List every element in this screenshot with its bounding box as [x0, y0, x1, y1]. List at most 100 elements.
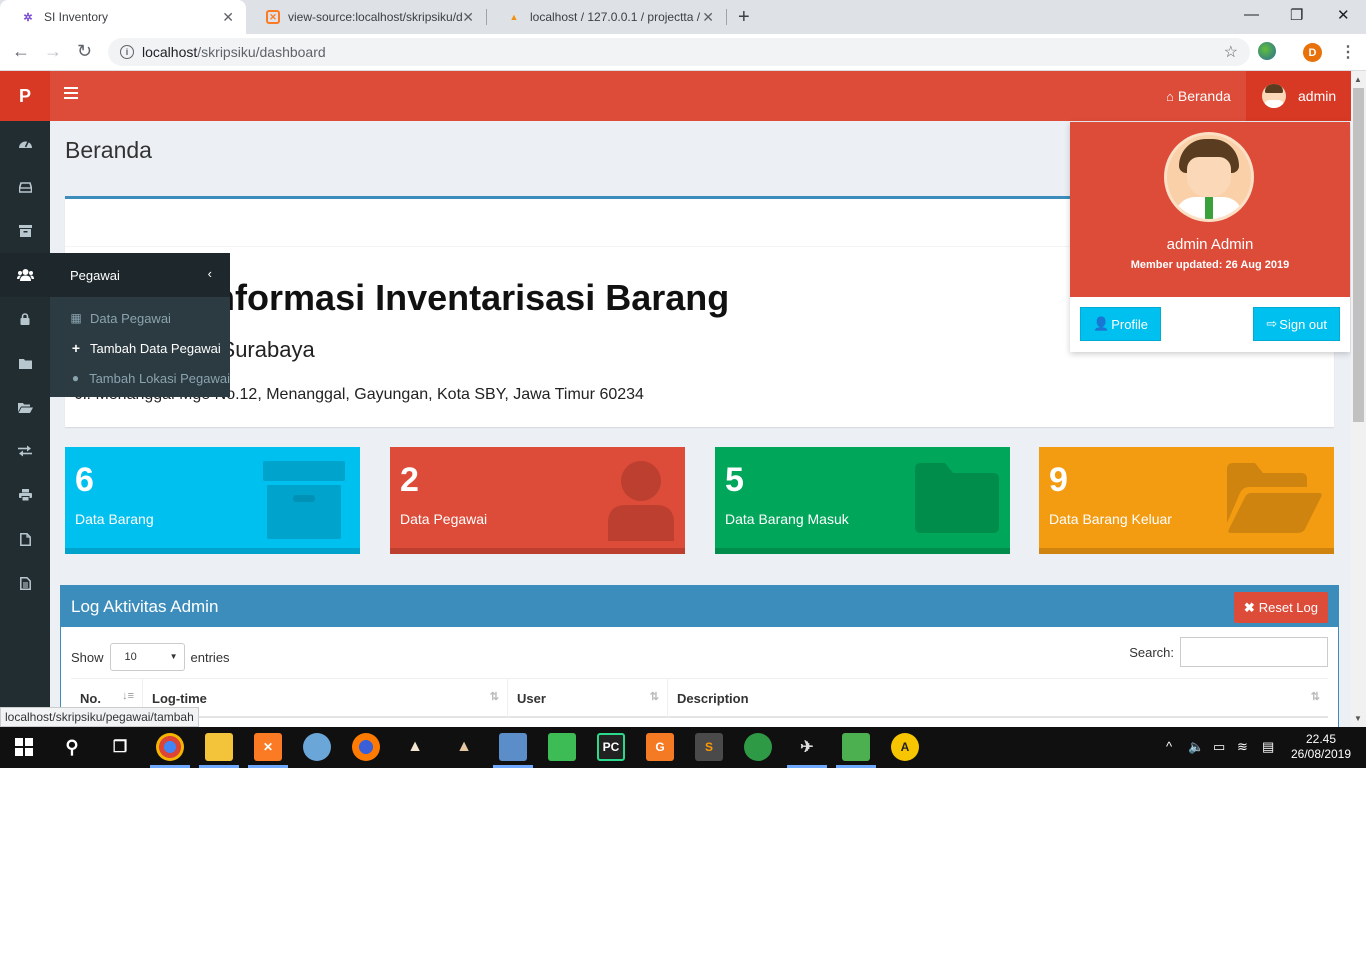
entries-select[interactable]: 10 ▼ — [109, 643, 185, 671]
file-text-icon — [19, 576, 31, 590]
task-view-icon[interactable]: ❐ — [106, 733, 134, 761]
extension-globe-icon[interactable] — [1258, 42, 1276, 60]
close-tab-icon[interactable]: ✕ — [702, 9, 714, 26]
app-icon-1[interactable]: ▲ — [401, 733, 429, 761]
tab-title: localhost / 127.0.0.1 / projectta / — [530, 10, 701, 24]
user-member-updated: Member updated: 26 Aug 2019 — [1130, 259, 1290, 271]
stat-value: 6 — [75, 461, 94, 499]
minimize-icon[interactable]: — — [1244, 6, 1259, 23]
forward-icon[interactable]: → — [44, 41, 62, 62]
sidebar-toggle-icon[interactable] — [64, 87, 78, 102]
sidebar-item-report[interactable] — [0, 561, 50, 605]
column-label: Log-time — [152, 690, 207, 706]
sidebar-flyout-pegawai: Pegawai ‹ ▦ Data Pegawai + Tambah Data P… — [50, 253, 230, 397]
file-explorer-icon[interactable] — [205, 733, 233, 761]
search-icon[interactable]: ⚲ — [58, 733, 86, 761]
app-logo[interactable]: P — [0, 71, 50, 121]
tray-chevron-up-icon[interactable]: ^ — [1166, 739, 1172, 754]
app-icon-5[interactable]: G — [646, 733, 674, 761]
nav-beranda-link[interactable]: ⌂ Beranda — [1166, 88, 1231, 104]
scroll-down-arrow-icon[interactable]: ▼ — [1354, 714, 1362, 723]
scroll-up-arrow-icon[interactable]: ▲ — [1354, 75, 1362, 84]
user-dropdown-menu: admin Admin Member updated: 26 Aug 2019 … — [1070, 122, 1350, 352]
sidebar-item-dashboard[interactable] — [0, 121, 50, 165]
sidebar-item-pegawai[interactable] — [0, 253, 50, 297]
bookmark-star-icon[interactable]: ☆ — [1224, 42, 1238, 62]
sign-out-button-label: Sign out — [1279, 316, 1327, 332]
app-icon-9[interactable]: A — [891, 733, 919, 761]
sidebar — [0, 121, 50, 727]
taskbar-clock[interactable]: 22.45 26/08/2019 — [1284, 732, 1358, 762]
app-icon-3[interactable] — [499, 733, 527, 761]
battery-icon[interactable]: ▭ — [1213, 739, 1225, 755]
flyout-title: Pegawai — [70, 267, 120, 283]
menu-item-data-pegawai[interactable]: ▦ Data Pegawai — [50, 303, 230, 333]
dashboard-icon — [18, 140, 32, 148]
exchange-icon — [18, 445, 32, 457]
sort-asc-icon: ↓≡ — [122, 690, 134, 702]
sidebar-item-transfer[interactable] — [0, 429, 50, 473]
notifications-icon[interactable]: ▤ — [1262, 739, 1274, 755]
firefox-icon[interactable] — [352, 733, 380, 761]
column-header-description[interactable]: Description ⇅ — [668, 679, 1328, 717]
app-icon-4[interactable] — [548, 733, 576, 761]
user-menu-toggle[interactable]: admin — [1246, 71, 1351, 121]
xampp-icon[interactable]: ✕ — [254, 733, 282, 761]
close-tab-icon[interactable]: ✕ — [222, 9, 234, 26]
profile-button-label: Profile — [1111, 316, 1149, 332]
sidebar-item-print[interactable] — [0, 473, 50, 517]
stat-box-barang-keluar[interactable]: 9 Data Barang Keluar — [1039, 447, 1334, 554]
caret-down-icon: ▼ — [169, 652, 178, 661]
close-window-icon[interactable]: ✕ — [1337, 6, 1350, 24]
reset-log-button[interactable]: ✖ Reset Log — [1233, 592, 1328, 623]
log-activity-box: Log Aktivitas Admin ✖ Reset Log Show 10 … — [60, 585, 1339, 727]
sidebar-item-inbox[interactable] — [0, 165, 50, 209]
tab-phpmyadmin[interactable]: ▲ localhost / 127.0.0.1 / projectta / ✕ — [486, 0, 726, 34]
sublime-text-icon[interactable]: S — [695, 733, 723, 761]
pycharm-icon[interactable]: PC — [597, 733, 625, 761]
reset-log-label: Reset Log — [1258, 600, 1318, 615]
stat-box-barang-masuk[interactable]: 5 Data Barang Masuk — [715, 447, 1010, 554]
active-app-indicator — [836, 765, 876, 768]
chrome-icon[interactable] — [156, 733, 184, 761]
paint-icon[interactable] — [303, 733, 331, 761]
sidebar-item-archive[interactable] — [0, 209, 50, 253]
app-icon-7[interactable]: ✈ — [793, 733, 821, 761]
sign-out-button[interactable]: ⇨ Sign out — [1253, 307, 1340, 341]
new-tab-icon[interactable]: + — [738, 6, 750, 29]
stat-label: Data Pegawai — [400, 511, 488, 527]
user-dropdown-header: admin Admin Member updated: 26 Aug 2019 — [1070, 122, 1350, 297]
close-tab-icon[interactable]: ✕ — [462, 9, 474, 26]
sidebar-item-folder[interactable] — [0, 341, 50, 385]
app-icon-8[interactable] — [842, 733, 870, 761]
column-header-user[interactable]: User ⇅ — [508, 679, 668, 717]
flyout-header[interactable]: Pegawai ‹ — [50, 253, 230, 297]
tab-view-source[interactable]: ✕ view-source:localhost/skripsiku/d ✕ — [246, 0, 486, 34]
windows-start-icon[interactable] — [10, 733, 38, 761]
menu-item-tambah-lokasi-pegawai[interactable]: ● Tambah Lokasi Pegawai — [50, 363, 230, 393]
sort-icon: ⇅ — [649, 691, 659, 703]
page-scrollbar[interactable]: ▲ ▼ — [1351, 71, 1366, 727]
menu-kebab-icon[interactable]: ⋮ — [1340, 42, 1356, 62]
inbox-icon — [18, 181, 32, 193]
menu-item-tambah-data-pegawai[interactable]: + Tambah Data Pegawai — [50, 333, 230, 363]
restore-icon[interactable]: ❐ — [1290, 6, 1303, 24]
sidebar-item-folder-open[interactable] — [0, 385, 50, 429]
wifi-icon[interactable]: ≋ — [1237, 739, 1248, 755]
tab-si-inventory[interactable]: ✲ SI Inventory ✕ — [0, 0, 246, 34]
profile-avatar[interactable]: D — [1303, 43, 1322, 62]
back-icon[interactable]: ← — [12, 41, 30, 62]
stat-box-barang[interactable]: 6 Data Barang — [65, 447, 360, 554]
info-icon[interactable]: i — [120, 45, 134, 59]
search-input[interactable] — [1180, 637, 1328, 667]
reload-icon[interactable]: ↻ — [77, 41, 92, 62]
app-icon-6[interactable] — [744, 733, 772, 761]
sidebar-item-file[interactable] — [0, 517, 50, 561]
app-icon-2[interactable]: ▲ — [450, 733, 478, 761]
profile-button[interactable]: 👤 Profile — [1080, 307, 1162, 341]
address-bar[interactable]: i localhost/skripsiku/dashboard ☆ — [108, 38, 1250, 66]
volume-icon[interactable]: 🔈 — [1188, 739, 1204, 755]
sidebar-item-lock[interactable] — [0, 297, 50, 341]
stat-box-pegawai[interactable]: 2 Data Pegawai — [390, 447, 685, 554]
scrollbar-thumb[interactable] — [1353, 88, 1364, 422]
